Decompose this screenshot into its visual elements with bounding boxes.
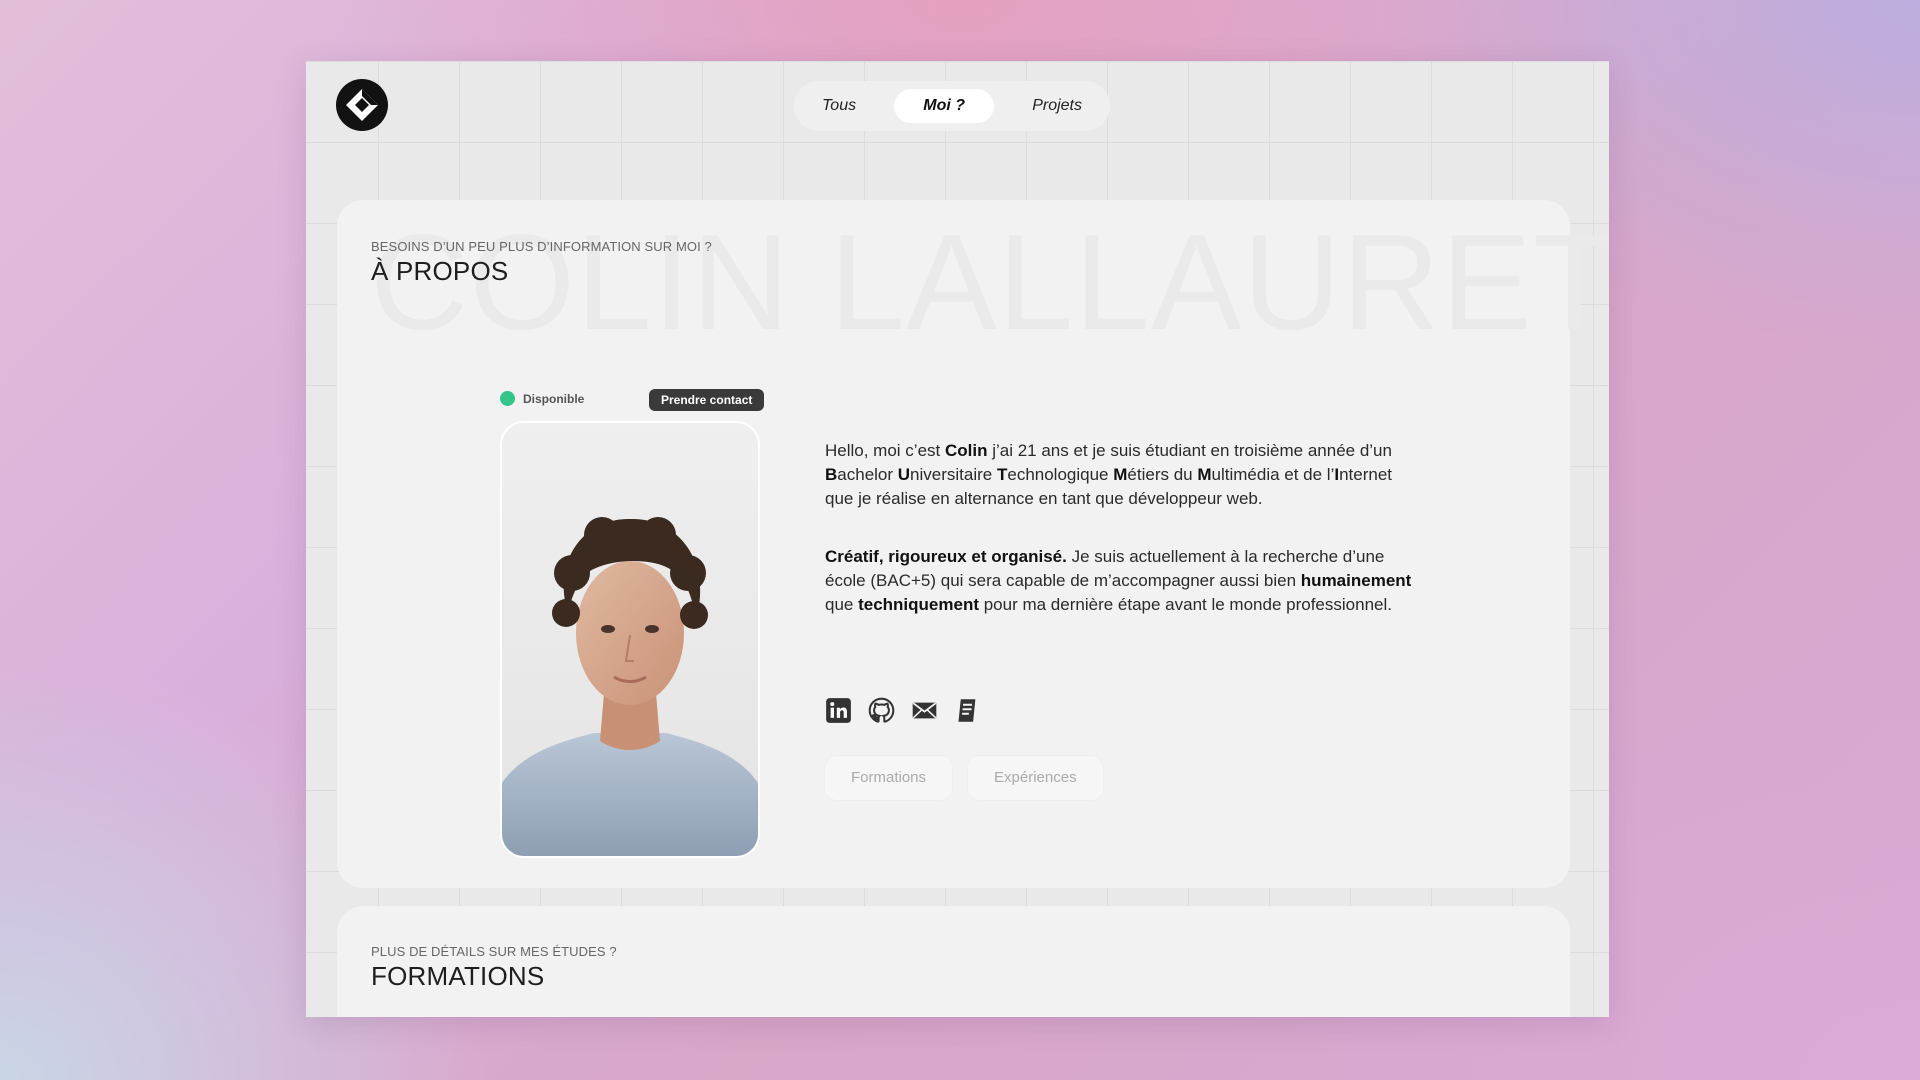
availability-status: Disponible (500, 391, 584, 406)
about-heading: À propos (371, 256, 509, 286)
status-label: Disponible (523, 391, 585, 406)
bio-paragraph-2: Créatif, rigoureux et organisé. Je suis … (825, 547, 1412, 614)
nav-item-projets[interactable]: Projets (1014, 89, 1100, 123)
name-watermark: COLIN LALLAURET (370, 206, 1609, 358)
section-buttons: Formations Expériences (825, 756, 1103, 800)
experiences-button[interactable]: Expériences (968, 756, 1103, 800)
linkedin-icon[interactable] (825, 697, 852, 724)
mail-icon[interactable] (911, 697, 938, 724)
profile-photo (500, 421, 760, 858)
formations-button[interactable]: Formations (825, 756, 953, 800)
contact-button[interactable]: Prendre contact (649, 389, 765, 411)
bio-text: Hello, moi c’est Colin j’ai 21 ans et je… (825, 439, 1420, 651)
formations-eyebrow: Plus de détails sur mes études ? (371, 944, 617, 959)
status-dot-icon (500, 391, 515, 406)
top-nav: Tous Moi ? Projets (794, 81, 1110, 131)
nav-item-moi[interactable]: Moi ? (894, 89, 995, 123)
formations-heading: Formations (371, 961, 545, 991)
formations-section: Plus de détails sur mes études ? Formati… (337, 906, 1570, 1017)
github-icon[interactable] (868, 697, 895, 724)
about-section: COLIN LALLAURET Besoins d’un peu plus d’… (337, 200, 1609, 888)
about-eyebrow: Besoins d’un peu plus d’information sur … (371, 239, 712, 254)
document-icon[interactable] (954, 697, 981, 724)
app-window: Tous Moi ? Projets COLIN LALLAURET Besoi… (306, 61, 1609, 1017)
nav-item-tous[interactable]: Tous (804, 89, 874, 123)
social-links (825, 697, 981, 724)
logo-icon[interactable] (336, 79, 388, 131)
bio-paragraph-1: Hello, moi c’est Colin j’ai 21 ans et je… (825, 441, 1393, 508)
